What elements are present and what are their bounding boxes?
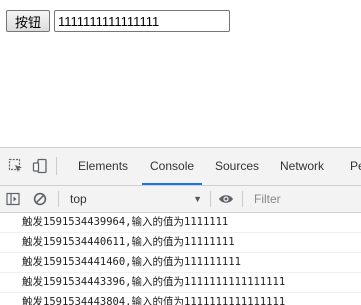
clear-console-icon[interactable] [32, 191, 48, 207]
web-page: 按钮 [0, 0, 361, 147]
dropdown-arrow-icon: ▼ [193, 194, 202, 204]
toolbar-divider [210, 191, 211, 207]
context-selector[interactable]: top ▼ [64, 190, 206, 208]
tab-network[interactable]: Network [280, 148, 324, 185]
log-line: 触发1591534443804,输入的值为1111111111111111 [0, 293, 361, 305]
toolbar-divider [56, 157, 57, 175]
devtools-panel: Elements Console Sources Network Pe top … [0, 147, 361, 305]
demo-button[interactable]: 按钮 [6, 10, 50, 32]
console-messages: 触发1591534439964,输入的值为1111111 触发159153444… [0, 213, 361, 305]
toolbar-divider [242, 191, 243, 207]
log-line: 触发1591534440611,输入的值为11111111 [0, 233, 361, 253]
tab-elements[interactable]: Elements [78, 148, 128, 185]
show-sidebar-icon[interactable] [5, 191, 21, 207]
inspect-element-icon[interactable] [7, 157, 25, 175]
context-value: top [70, 192, 87, 206]
device-toolbar-icon[interactable] [31, 157, 49, 175]
filter-input[interactable] [250, 190, 358, 208]
tab-performance[interactable]: Pe [350, 148, 361, 185]
live-expression-eye-icon[interactable] [218, 191, 234, 207]
devtools-tabbar: Elements Console Sources Network Pe [0, 148, 361, 186]
console-toolbar: top ▼ [0, 186, 361, 213]
tab-sources[interactable]: Sources [215, 148, 259, 185]
log-line: 触发1591534439964,输入的值为1111111 [0, 213, 361, 233]
toolbar-divider [58, 191, 59, 207]
text-input[interactable] [54, 10, 230, 32]
log-line: 触发1591534443396,输入的值为1111111111111111 [0, 273, 361, 293]
log-line: 触发1591534441460,输入的值为111111111 [0, 253, 361, 273]
tab-console[interactable]: Console [141, 148, 203, 185]
